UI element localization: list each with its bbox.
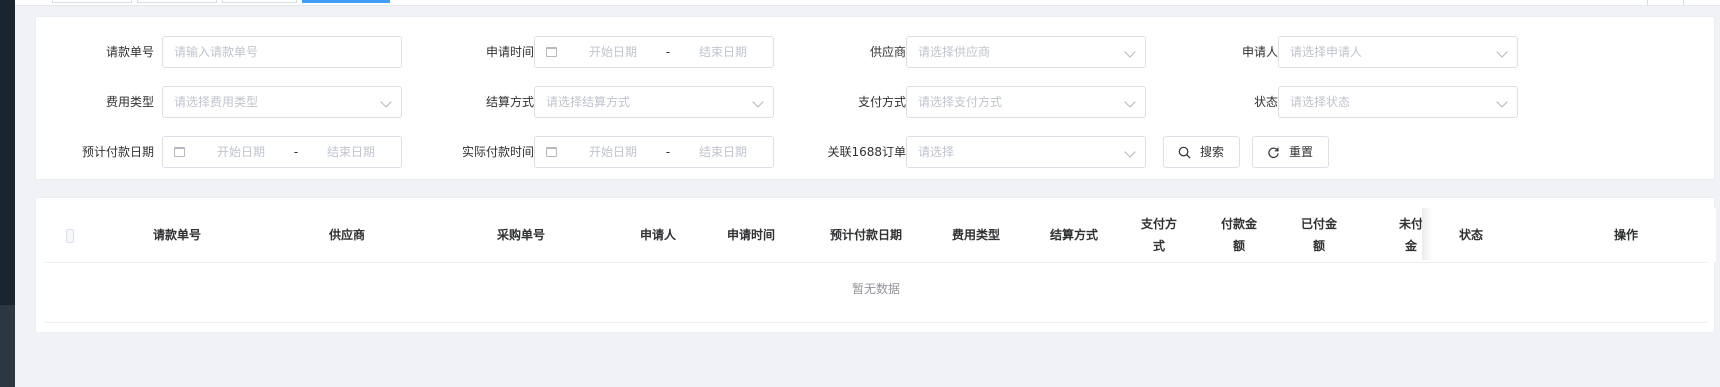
- reset-button-label: 重置: [1289, 145, 1314, 159]
- col-purchase-no[interactable]: 采购单号: [471, 224, 571, 246]
- status-select[interactable]: 请选择状态: [1278, 86, 1518, 118]
- col-paid-amount-line1: 已付金: [1300, 217, 1337, 231]
- table-bottom-border: [45, 322, 1707, 323]
- payment-method-placeholder: 请选择支付方式: [918, 95, 1003, 109]
- actual-pay-time-start[interactable]: 开始日期: [573, 137, 653, 167]
- settlement-placeholder: 请选择结算方式: [546, 95, 631, 109]
- tab-stub-2[interactable]: [137, 0, 217, 3]
- planned-pay-date-end[interactable]: 结束日期: [311, 137, 391, 167]
- request-no-input[interactable]: 请输入请款单号: [162, 36, 402, 68]
- applicant-placeholder: 请选择申请人: [1290, 45, 1363, 59]
- apply-time-label: 申请时间: [485, 45, 534, 59]
- calendar-icon: [546, 47, 557, 57]
- search-button[interactable]: 搜索: [1163, 136, 1240, 168]
- chevron-down-icon: [1124, 46, 1136, 58]
- applicant-label: 申请人: [1241, 45, 1278, 59]
- apply-time-start[interactable]: 开始日期: [573, 37, 653, 67]
- search-icon: [1178, 146, 1191, 159]
- payment-method-select[interactable]: 请选择支付方式: [906, 86, 1146, 118]
- chevron-down-icon: [1124, 96, 1136, 108]
- range-separator: -: [293, 145, 299, 159]
- col-fee-type[interactable]: 费用类型: [931, 224, 1021, 246]
- order-1688-placeholder: 请选择: [918, 145, 955, 159]
- results-table: 请款单号 供应商 采购单号 申请人 申请时间 预计付款日期 费用类型 结算方式 …: [35, 197, 1716, 333]
- tabs-corner-button-2[interactable]: [1683, 0, 1717, 5]
- fixed-column-shadow: [1422, 208, 1432, 260]
- planned-pay-date-label: 预计付款日期: [81, 145, 154, 159]
- request-no-label: 请款单号: [105, 45, 154, 59]
- col-payment-method-line2: 式: [1152, 239, 1165, 253]
- calendar-icon: [546, 147, 557, 157]
- planned-pay-date-start[interactable]: 开始日期: [201, 137, 281, 167]
- actual-pay-time-label: 实际付款时间: [461, 145, 534, 159]
- search-form: 请款单号 请输入请款单号 申请时间 开始日期 - 结束日期 供应商 请选择供应商…: [35, 16, 1715, 180]
- planned-pay-date-range[interactable]: 开始日期 - 结束日期: [162, 136, 402, 168]
- tab-stub-1[interactable]: [52, 0, 132, 3]
- chevron-down-icon: [1496, 46, 1508, 58]
- status-label: 状态: [1253, 95, 1278, 109]
- applicant-select[interactable]: 请选择申请人: [1278, 36, 1518, 68]
- supplier-placeholder: 请选择供应商: [918, 45, 991, 59]
- col-planned-pay-date[interactable]: 预计付款日期: [811, 224, 921, 246]
- tab-stub-3[interactable]: [222, 0, 297, 3]
- status-placeholder: 请选择状态: [1290, 95, 1351, 109]
- header-divider: [45, 262, 1707, 263]
- chevron-down-icon: [380, 96, 392, 108]
- calendar-icon: [174, 147, 185, 157]
- payment-method-label: 支付方式: [857, 95, 906, 109]
- col-payment-method[interactable]: 支付方 式: [1129, 213, 1189, 257]
- fee-type-select[interactable]: 请选择费用类型: [162, 86, 402, 118]
- reset-button[interactable]: 重置: [1252, 136, 1329, 168]
- actual-pay-time-range[interactable]: 开始日期 - 结束日期: [534, 136, 774, 168]
- fee-type-label: 费用类型: [105, 95, 154, 109]
- refresh-icon: [1268, 147, 1279, 158]
- range-separator: -: [665, 45, 671, 59]
- search-button-label: 搜索: [1200, 145, 1225, 159]
- sidebar-edge-lower: [0, 305, 15, 387]
- request-no-placeholder: 请输入请款单号: [174, 45, 259, 59]
- chevron-down-icon: [1124, 146, 1136, 158]
- supplier-select[interactable]: 请选择供应商: [906, 36, 1146, 68]
- col-status[interactable]: 状态: [1436, 224, 1506, 246]
- col-payment-method-line1: 支付方: [1140, 217, 1177, 231]
- col-applicant[interactable]: 申请人: [618, 224, 698, 246]
- col-paid-amount-line2: 额: [1312, 239, 1325, 253]
- col-request-no[interactable]: 请款单号: [122, 224, 232, 246]
- settlement-label: 结算方式: [485, 95, 534, 109]
- main-content: 请款单号 请输入请款单号 申请时间 开始日期 - 结束日期 供应商 请选择供应商…: [15, 0, 1720, 387]
- empty-state-text: 暂无数据: [851, 282, 900, 296]
- tabs-bar: [15, 0, 1720, 6]
- fee-type-placeholder: 请选择费用类型: [174, 95, 259, 109]
- chevron-down-icon: [1496, 96, 1508, 108]
- col-supplier[interactable]: 供应商: [297, 224, 397, 246]
- col-pay-amount-line1: 付款金: [1220, 217, 1257, 231]
- col-paid-amount[interactable]: 已付金 额: [1289, 213, 1349, 257]
- settlement-select[interactable]: 请选择结算方式: [534, 86, 774, 118]
- col-apply-time[interactable]: 申请时间: [711, 224, 791, 246]
- apply-time-end[interactable]: 结束日期: [683, 37, 763, 67]
- supplier-label: 供应商: [869, 45, 906, 59]
- col-pay-amount-line2: 额: [1232, 239, 1245, 253]
- col-actions: 操作: [1613, 228, 1638, 242]
- range-separator: -: [665, 145, 671, 159]
- select-all-checkbox[interactable]: [66, 229, 74, 243]
- col-pay-amount[interactable]: 付款金 额: [1209, 213, 1269, 257]
- chevron-down-icon: [752, 96, 764, 108]
- tab-stub-active[interactable]: [302, 0, 390, 3]
- apply-time-range[interactable]: 开始日期 - 结束日期: [534, 36, 774, 68]
- sidebar-edge: [0, 0, 15, 387]
- order-1688-select[interactable]: 请选择: [906, 136, 1146, 168]
- col-settlement[interactable]: 结算方式: [1029, 224, 1119, 246]
- order-1688-label: 关联1688订单: [827, 145, 906, 159]
- actual-pay-time-end[interactable]: 结束日期: [683, 137, 763, 167]
- tabs-corner-button-1[interactable]: [1647, 0, 1681, 5]
